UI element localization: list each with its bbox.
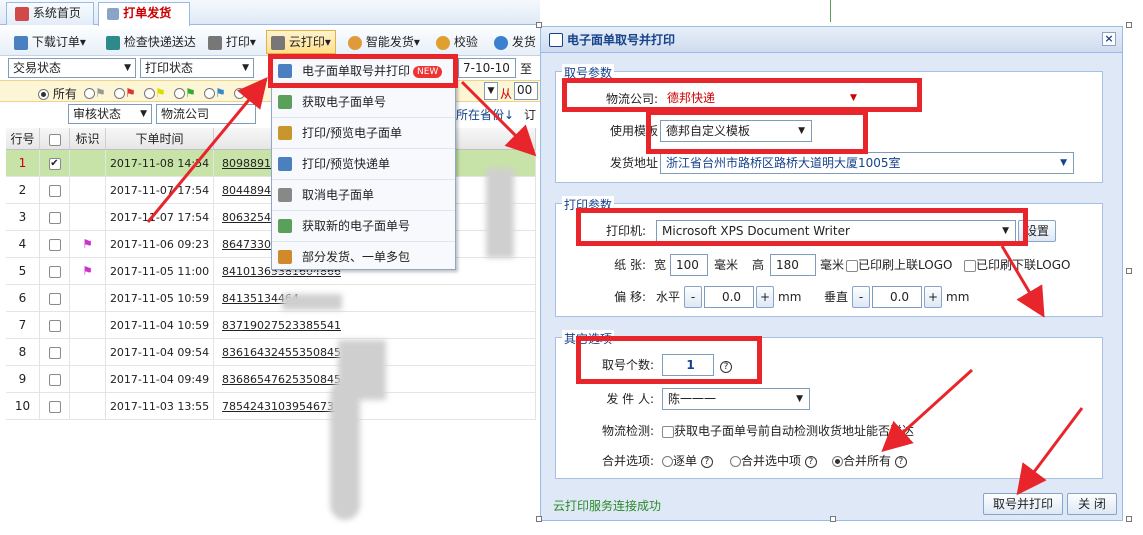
arrow <box>146 77 268 223</box>
arrow <box>1016 407 1084 496</box>
annotation-arrows <box>146 77 1084 496</box>
arrow <box>460 80 537 157</box>
arrow <box>881 368 974 453</box>
arrow <box>1000 245 1045 318</box>
